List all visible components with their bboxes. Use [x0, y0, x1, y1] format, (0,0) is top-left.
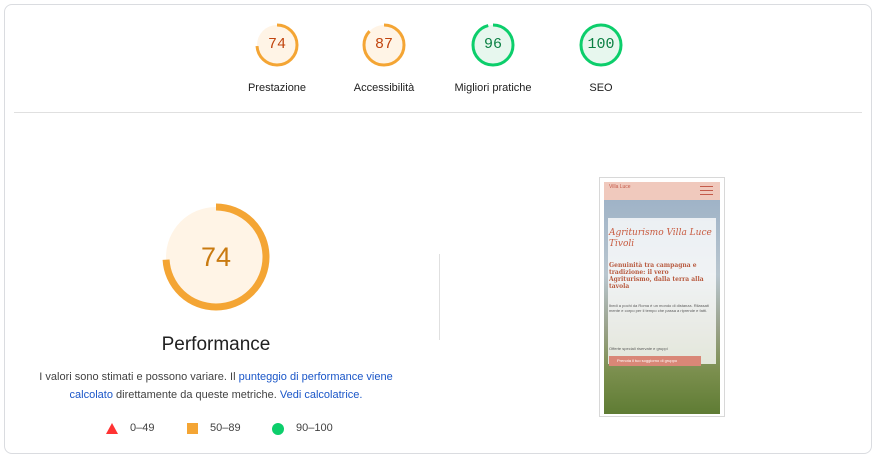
hero-button: Prenota il tuo soggiorno di gruppo	[609, 356, 701, 366]
gauge-performance[interactable]: 74 Prestazione	[217, 22, 337, 94]
gauge-label: Migliori pratiche	[454, 82, 532, 94]
gauge-score: 74	[267, 36, 286, 53]
calculator-link[interactable]: Vedi calcolatrice.	[280, 389, 363, 401]
legend-label: 0–49	[130, 422, 155, 434]
page-screenshot-thumbnail[interactable]: Villa Luce Agriturismo Villa Luce Tivoli…	[599, 177, 725, 417]
description-text: direttamente da queste metriche.	[112, 389, 280, 401]
thumbnail-viewport: Villa Luce Agriturismo Villa Luce Tivoli…	[604, 182, 720, 414]
square-icon	[187, 423, 198, 434]
gauge-ring: 87	[361, 22, 407, 68]
hero-heading: Agriturismo Villa Luce Tivoli	[609, 228, 712, 249]
gauge-ring: 100	[578, 22, 624, 68]
performance-description: I valori sono stimati e possono variare.…	[30, 368, 402, 404]
gauge-ring: 74	[254, 22, 300, 68]
gauge-accessibility[interactable]: 87 Accessibilità	[324, 22, 444, 94]
gauge-label: SEO	[589, 82, 613, 94]
performance-gauge: 74	[160, 201, 272, 313]
circle-icon	[272, 423, 284, 435]
gauge-best-practices[interactable]: 96 Migliori pratiche	[433, 22, 553, 94]
gauge-label: Prestazione	[247, 82, 307, 94]
hamburger-menu-icon	[700, 186, 713, 196]
gauge-label: Accessibilità	[353, 82, 415, 94]
site-logo: Villa Luce	[609, 184, 631, 190]
legend-label: 50–89	[210, 422, 241, 434]
description-text: I valori sono stimati e possono variare.…	[39, 371, 239, 383]
section-divider	[14, 112, 862, 113]
gauge-score: 96	[483, 36, 502, 53]
performance-score: 74	[200, 242, 232, 272]
hero-offer: Offerte speciali riservate e gruppi	[609, 346, 668, 351]
gauge-score: 100	[587, 36, 615, 53]
hero-body: Ibedi a pochi da Roma è un mondo di dist…	[609, 303, 709, 313]
gauge-seo[interactable]: 100 SEO	[541, 22, 661, 94]
gauge-ring: 96	[470, 22, 516, 68]
gauge-score: 87	[374, 36, 393, 53]
hero-subheading: Genuinità tra campagna e tradizione: il …	[609, 262, 704, 290]
triangle-icon	[106, 423, 118, 434]
vertical-separator	[439, 254, 440, 340]
performance-title: Performance	[161, 334, 271, 355]
legend-label: 90–100	[296, 422, 333, 434]
category-gauges: 74 Prestazione 87 Accessibilità 96 Migli…	[0, 22, 874, 102]
